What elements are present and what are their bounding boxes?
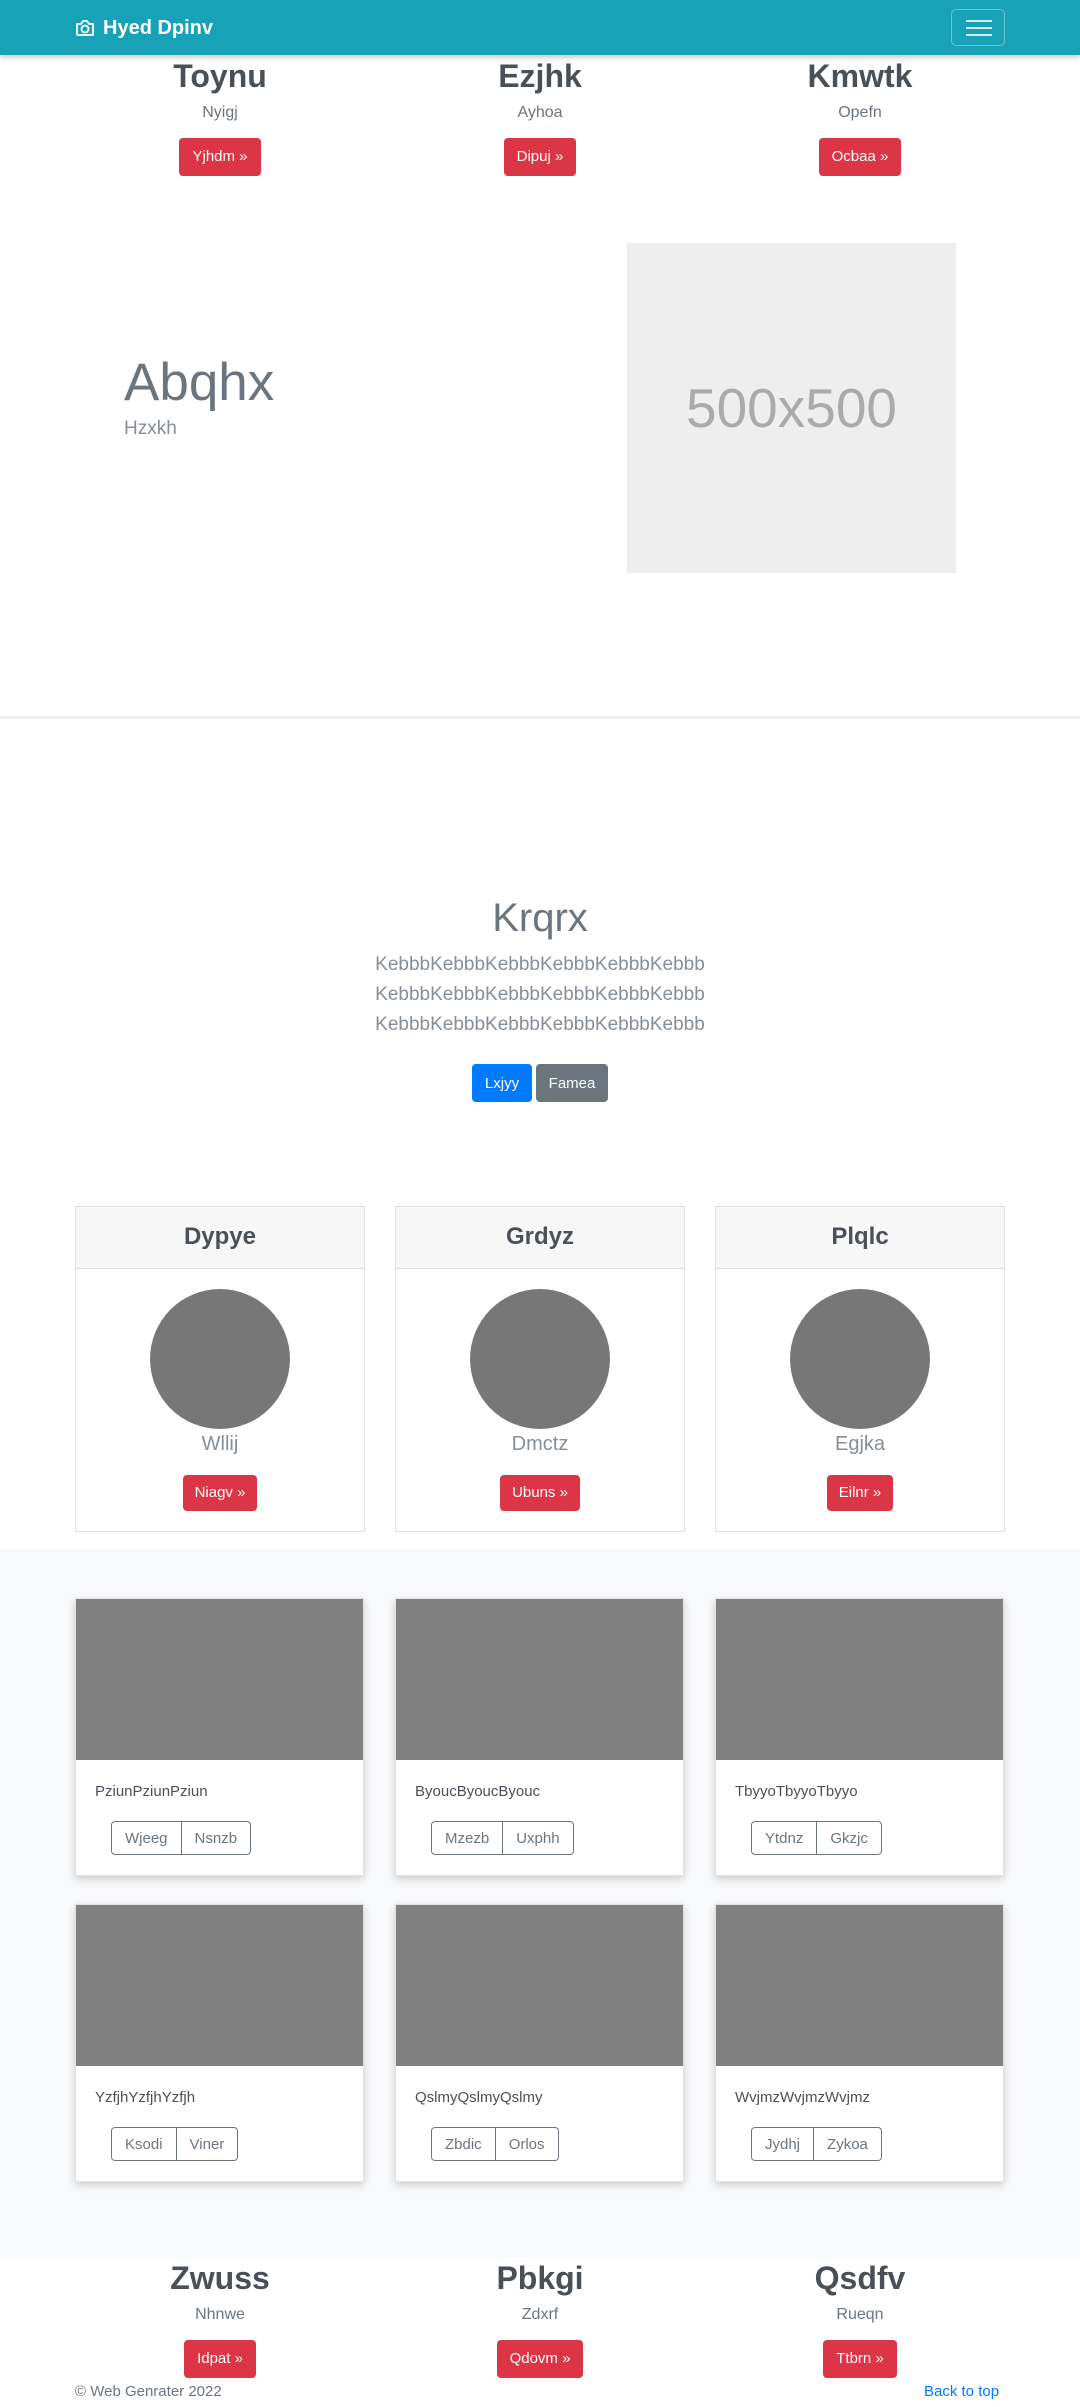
back-to-top-link[interactable]: Back to top xyxy=(924,2383,999,2400)
feature-title: Zwuss xyxy=(170,2260,270,2296)
card-action-button[interactable]: Gkzjc xyxy=(817,1821,882,1855)
card-text: PziunPziunPziun xyxy=(95,1783,208,1800)
jumbotron-title: Krqrx xyxy=(492,896,588,940)
feature-subtitle: Nyigj xyxy=(202,104,238,121)
album-card: WvjmzWvjmzWvjmz Jydhj Zykoa xyxy=(715,1904,1004,2182)
hamburger-icon-line xyxy=(966,34,992,36)
card-action-button[interactable]: Nsnzb xyxy=(181,1821,252,1855)
feature-title: Pbkgi xyxy=(496,2260,584,2296)
card-text: TbyyoTbyyoTbyyo xyxy=(735,1783,858,1800)
album-section: PziunPziunPziun Wjeeg Nsnzb ByoucByoucBy… xyxy=(0,1549,1080,2258)
card-action-button[interactable]: Mzezb xyxy=(431,1821,504,1855)
card-action-button[interactable]: Jydhj xyxy=(751,2127,815,2161)
album-card: ByoucByoucByouc Mzezb Uxphh xyxy=(395,1598,684,1876)
button-group: Wjeeg Nsnzb xyxy=(111,1821,252,1855)
hamburger-icon-line xyxy=(966,27,992,29)
card-action-button[interactable]: Ytdnz xyxy=(751,1821,818,1855)
card-image xyxy=(396,1905,683,2066)
card-action-button[interactable]: Ksodi xyxy=(111,2127,177,2161)
feature-title: Ezjhk xyxy=(498,58,582,94)
feature-button[interactable]: Dipuj » xyxy=(503,138,577,176)
card-name: Wllij xyxy=(201,1433,239,1455)
brand-link[interactable]: Hyed Dpinv xyxy=(75,14,213,42)
feature-title: Qsdfv xyxy=(814,2260,906,2296)
feature-button[interactable]: Ocbaa » xyxy=(818,138,902,176)
feature-button[interactable]: Idpat » xyxy=(184,2340,256,2378)
jumbotron-line: KebbbKebbbKebbbKebbbKebbbKebbb xyxy=(375,1014,705,1035)
avatar xyxy=(790,1289,930,1429)
card-action-button[interactable]: Wjeeg xyxy=(111,1821,182,1855)
card-name: Egjka xyxy=(834,1433,886,1455)
card-image xyxy=(76,1599,363,1760)
placeholder-image: 500x500 xyxy=(627,243,956,573)
card-button[interactable]: Eilnr » xyxy=(826,1475,894,1511)
button-group: Ksodi Viner xyxy=(111,2127,239,2161)
feature-title: Toynu xyxy=(173,58,267,94)
feature-subtitle: Opefn xyxy=(838,104,882,121)
card-name: Dmctz xyxy=(511,1433,569,1455)
profile-card: Plqlc Egjka Eilnr » xyxy=(715,1206,1005,1532)
card-action-button[interactable]: Zbdic xyxy=(431,2127,496,2161)
card-button[interactable]: Niagv » xyxy=(182,1475,258,1511)
card-header: Grdyz xyxy=(396,1207,684,1269)
card-button[interactable]: Ubuns » xyxy=(500,1475,580,1511)
album-card: QslmyQslmyQslmy Zbdic Orlos xyxy=(395,1904,684,2182)
feature-column: Zwuss Nhnwe Idpat » xyxy=(70,2258,370,2378)
feature-button[interactable]: Qdovm » xyxy=(496,2340,584,2378)
button-group: Jydhj Zykoa xyxy=(751,2127,882,2161)
avatar xyxy=(150,1289,290,1429)
navbar: Hyed Dpinv xyxy=(0,0,1080,55)
feature-button[interactable]: Yjhdm » xyxy=(179,138,261,176)
card-text: WvjmzWvjmzWvjmz xyxy=(735,2089,870,2106)
card-action-button[interactable]: Uxphh xyxy=(503,1821,574,1855)
brand-label: Hyed Dpinv xyxy=(103,16,214,39)
jumbotron-line: KebbbKebbbKebbbKebbbKebbbKebbb xyxy=(375,954,705,975)
hamburger-icon xyxy=(966,20,992,22)
section-divider xyxy=(0,716,1080,719)
placeholder-label: 500x500 xyxy=(685,377,898,439)
hero-subtitle: Hzxkh xyxy=(124,418,177,439)
jumbotron-text: KebbbKebbbKebbbKebbbKebbbKebbb KebbbKebb… xyxy=(0,950,1080,1040)
button-group: Zbdic Orlos xyxy=(431,2127,559,2161)
album-card: PziunPziunPziun Wjeeg Nsnzb xyxy=(75,1598,364,1876)
jumbotron-line: KebbbKebbbKebbbKebbbKebbbKebbb xyxy=(375,984,705,1005)
card-image xyxy=(76,1905,363,2066)
card-header: Plqlc xyxy=(716,1207,1004,1269)
card-header: Dypye xyxy=(76,1207,364,1269)
feature-column: Ezjhk Ayhoa Dipuj » xyxy=(390,56,690,176)
card-image xyxy=(716,1599,1003,1760)
card-action-button[interactable]: Orlos xyxy=(495,2127,559,2161)
feature-subtitle: Ayhoa xyxy=(517,104,563,121)
button-group: Ytdnz Gkzjc xyxy=(751,1821,882,1855)
feature-subtitle: Rueqn xyxy=(836,2306,884,2323)
navbar-toggler-button[interactable] xyxy=(951,9,1005,46)
feature-subtitle: Nhnwe xyxy=(195,2306,245,2323)
card-image xyxy=(716,1905,1003,2066)
feature-subtitle: Zdxrf xyxy=(521,2306,559,2323)
profile-card: Grdyz Dmctz Ubuns » xyxy=(395,1206,685,1532)
card-action-button[interactable]: Viner xyxy=(176,2127,239,2161)
camera-icon xyxy=(76,20,94,36)
button-group: Mzezb Uxphh xyxy=(431,1821,574,1855)
feature-column: Kmwtk Opefn Ocbaa » xyxy=(710,56,1010,176)
secondary-button[interactable]: Famea xyxy=(536,1064,608,1102)
hero-title: Abqhx xyxy=(124,353,275,412)
feature-column: Toynu Nyigj Yjhdm » xyxy=(70,56,370,176)
card-text: QslmyQslmyQslmy xyxy=(415,2089,543,2106)
card-image xyxy=(396,1599,683,1760)
footer-copyright: © Web Genrater 2022 xyxy=(75,2383,222,2400)
album-card: TbyyoTbyyoTbyyo Ytdnz Gkzjc xyxy=(715,1598,1004,1876)
feature-title: Kmwtk xyxy=(807,58,913,94)
album-card: YzfjhYzfjhYzfjh Ksodi Viner xyxy=(75,1904,364,2182)
primary-button[interactable]: Lxjyy xyxy=(472,1064,532,1102)
feature-button[interactable]: Ttbrn » xyxy=(823,2340,897,2378)
feature-column: Qsdfv Rueqn Ttbrn » xyxy=(710,2258,1010,2378)
profile-card: Dypye Wllij Niagv » xyxy=(75,1206,365,1532)
feature-column: Pbkgi Zdxrf Qdovm » xyxy=(390,2258,690,2378)
avatar xyxy=(470,1289,610,1429)
card-text: YzfjhYzfjhYzfjh xyxy=(95,2089,196,2106)
card-action-button[interactable]: Zykoa xyxy=(814,2127,882,2161)
card-text: ByoucByoucByouc xyxy=(415,1783,541,1800)
